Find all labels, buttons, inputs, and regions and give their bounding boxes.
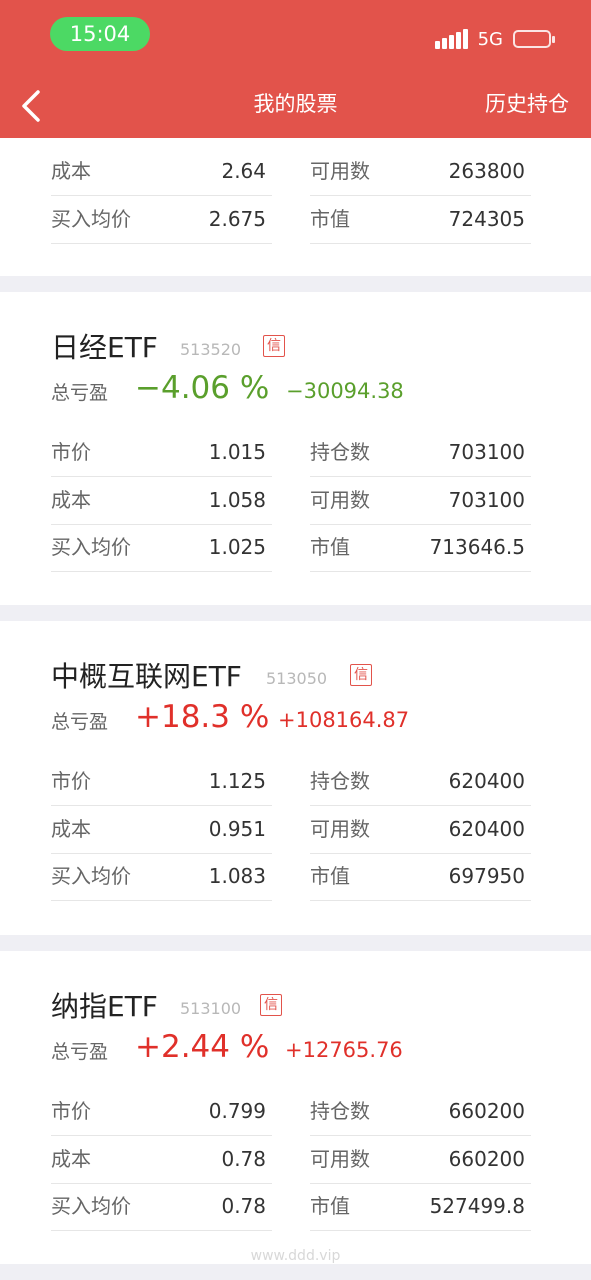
value-price: 1.015 — [208, 440, 266, 464]
value-cost: 1.058 — [208, 488, 266, 512]
label-cost: 成本 — [51, 159, 91, 183]
row-holding: 持仓数 620400 — [310, 758, 531, 806]
label-avg-buy: 买入均价 — [51, 535, 131, 559]
signal-icon — [434, 29, 470, 49]
profit-loss-label: 总亏盈 — [51, 711, 109, 733]
row-avg-buy: 买入均价 0.78 — [51, 1183, 272, 1231]
value-market-value: 697950 — [448, 864, 525, 888]
value-cost: 0.951 — [208, 817, 266, 841]
value-available: 263800 — [448, 159, 525, 183]
label-market-value: 市值 — [310, 1194, 350, 1218]
value-holding: 703100 — [448, 440, 525, 464]
value-market-value: 724305 — [448, 207, 525, 231]
row-cost: 成本 2.64 — [51, 148, 272, 196]
row-avg-buy: 买入均价 2.675 — [51, 196, 272, 244]
label-price: 市价 — [51, 1099, 91, 1123]
row-available: 可用数 620400 — [310, 806, 531, 854]
value-holding: 660200 — [448, 1099, 525, 1123]
status-time: 15:04 — [50, 17, 150, 51]
row-market-value: 市值 724305 — [310, 196, 531, 244]
app-header: 15:04 5G 我的股票 历史持仓 — [0, 0, 591, 138]
profit-loss-amount: −30094.38 — [286, 379, 404, 403]
stock-card[interactable]: 中概互联网ETF 513050 信 总亏盈 +18.3 % +108164.87… — [0, 621, 591, 935]
value-price: 0.799 — [208, 1099, 266, 1123]
label-holding: 持仓数 — [310, 440, 370, 464]
stock-code: 513050 — [266, 669, 328, 688]
value-holding: 620400 — [448, 769, 525, 793]
label-available: 可用数 — [310, 488, 370, 512]
credit-badge: 信 — [260, 994, 282, 1016]
network-type: 5G — [477, 28, 503, 50]
value-cost: 2.64 — [221, 159, 266, 183]
value-available: 660200 — [448, 1147, 525, 1171]
value-price: 1.125 — [208, 769, 266, 793]
row-market-value: 市值 713646.5 — [310, 524, 531, 572]
profit-loss-amount: +12765.76 — [285, 1038, 403, 1062]
label-available: 可用数 — [310, 1147, 370, 1171]
row-market-value: 市值 697950 — [310, 853, 531, 901]
stock-card[interactable]: 日经ETF 513520 信 总亏盈 −4.06 % −30094.38 市价 1… — [0, 292, 591, 605]
stock-code: 513520 — [180, 340, 242, 359]
label-avg-buy: 买入均价 — [51, 207, 131, 231]
row-avg-buy: 买入均价 1.025 — [51, 524, 272, 572]
label-price: 市价 — [51, 440, 91, 464]
label-avg-buy: 买入均价 — [51, 1194, 131, 1218]
credit-badge: 信 — [350, 664, 372, 686]
label-cost: 成本 — [51, 488, 91, 512]
value-available: 703100 — [448, 488, 525, 512]
value-avg-buy: 0.78 — [221, 1194, 266, 1218]
label-cost: 成本 — [51, 817, 91, 841]
profit-loss-percent: −4.06 % — [135, 370, 270, 406]
label-available: 可用数 — [310, 817, 370, 841]
battery-icon — [513, 30, 555, 48]
label-market-value: 市值 — [310, 535, 350, 559]
label-cost: 成本 — [51, 1147, 91, 1171]
credit-badge: 信 — [263, 335, 285, 357]
row-price: 市价 1.015 — [51, 429, 272, 477]
row-price: 市价 1.125 — [51, 758, 272, 806]
label-avg-buy: 买入均价 — [51, 864, 131, 888]
stock-card-partial[interactable]: 成本 2.64 可用数 263800 买入均价 2.675 市值 724305 — [0, 138, 591, 276]
value-cost: 0.78 — [221, 1147, 266, 1171]
row-avg-buy: 买入均价 1.083 — [51, 853, 272, 901]
row-holding: 持仓数 660200 — [310, 1088, 531, 1136]
row-available: 可用数 660200 — [310, 1136, 531, 1184]
row-available: 可用数 263800 — [310, 148, 531, 196]
watermark: www.ddd.vip — [250, 1248, 341, 1264]
profit-loss-percent: +2.44 % — [135, 1029, 270, 1065]
status-indicators: 5G — [434, 24, 555, 54]
row-holding: 持仓数 703100 — [310, 429, 531, 477]
stock-name: 纳指ETF — [51, 990, 158, 1023]
row-price: 市价 0.799 — [51, 1088, 272, 1136]
row-cost: 成本 0.78 — [51, 1136, 272, 1184]
profit-loss-label: 总亏盈 — [51, 382, 109, 404]
row-cost: 成本 0.951 — [51, 806, 272, 854]
value-avg-buy: 2.675 — [208, 207, 266, 231]
history-holdings-link[interactable]: 历史持仓 — [485, 88, 569, 118]
stock-card[interactable]: 纳指ETF 513100 信 总亏盈 +2.44 % +12765.76 市价 0… — [0, 951, 591, 1264]
stock-name: 中概互联网ETF — [51, 660, 242, 693]
label-holding: 持仓数 — [310, 1099, 370, 1123]
label-market-value: 市值 — [310, 864, 350, 888]
value-market-value: 713646.5 — [429, 535, 525, 559]
profit-loss-percent: +18.3 % — [135, 699, 270, 735]
label-available: 可用数 — [310, 159, 370, 183]
value-avg-buy: 1.025 — [208, 535, 266, 559]
value-market-value: 527499.8 — [429, 1194, 525, 1218]
row-market-value: 市值 527499.8 — [310, 1183, 531, 1231]
profit-loss-label: 总亏盈 — [51, 1041, 109, 1063]
row-available: 可用数 703100 — [310, 477, 531, 525]
value-available: 620400 — [448, 817, 525, 841]
label-holding: 持仓数 — [310, 769, 370, 793]
profit-loss-amount: +108164.87 — [278, 708, 410, 732]
label-market-value: 市值 — [310, 207, 350, 231]
stock-code: 513100 — [180, 999, 242, 1018]
value-avg-buy: 1.083 — [208, 864, 266, 888]
label-price: 市价 — [51, 769, 91, 793]
row-cost: 成本 1.058 — [51, 477, 272, 525]
stock-name: 日经ETF — [51, 331, 158, 364]
